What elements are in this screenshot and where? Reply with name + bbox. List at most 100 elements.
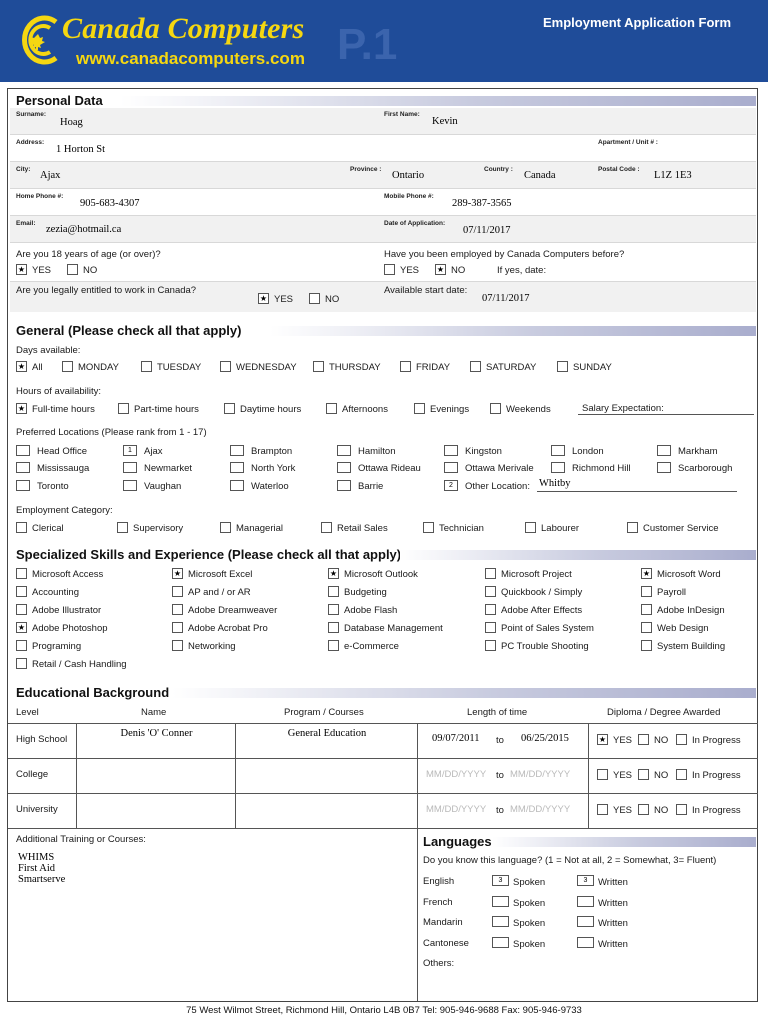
- location-rank-box-hamilton[interactable]: [337, 445, 351, 456]
- skill-checkbox-microsoft-outlook[interactable]: ★: [328, 568, 339, 579]
- skill-checkbox-adobe-acrobat-pro[interactable]: [172, 622, 183, 633]
- edu-diploma-no-checkbox[interactable]: [638, 734, 649, 745]
- language-spoken-level-box[interactable]: 3: [492, 875, 509, 886]
- edu-diploma-no-checkbox[interactable]: [638, 769, 649, 780]
- address-value[interactable]: 1 Horton St: [56, 144, 105, 155]
- language-spoken-level-box[interactable]: [492, 916, 509, 927]
- category-checkbox-retail-sales[interactable]: [321, 522, 332, 533]
- hours-checkbox-daytime-hours[interactable]: [224, 403, 235, 414]
- skill-checkbox-microsoft-excel[interactable]: ★: [172, 568, 183, 579]
- location-rank-box-waterloo[interactable]: [230, 480, 244, 491]
- edu-start-date-field[interactable]: MM/DD/YYYY: [426, 804, 486, 815]
- skill-checkbox-adobe-illustrator[interactable]: [16, 604, 27, 615]
- hours-checkbox-evenings[interactable]: [414, 403, 425, 414]
- employed-yes-checkbox[interactable]: [384, 264, 395, 275]
- location-rank-box-ottawa-merivale[interactable]: [444, 462, 458, 473]
- edu-end-date-field[interactable]: MM/DD/YYYY: [510, 804, 570, 815]
- skill-checkbox-networking[interactable]: [172, 640, 183, 651]
- location-rank-box-other-location[interactable]: 2: [444, 480, 458, 491]
- day-checkbox-monday[interactable]: [62, 361, 73, 372]
- city-value[interactable]: Ajax: [40, 170, 60, 181]
- location-rank-box-london[interactable]: [551, 445, 565, 456]
- edu-diploma-yes-checkbox[interactable]: [597, 769, 608, 780]
- skill-checkbox-adobe-dreamweaver[interactable]: [172, 604, 183, 615]
- skill-checkbox-e-commerce[interactable]: [328, 640, 339, 651]
- location-rank-box-ajax[interactable]: 1: [123, 445, 137, 456]
- edu-program[interactable]: General Education: [237, 728, 417, 739]
- location-rank-box-vaughan[interactable]: [123, 480, 137, 491]
- location-rank-box-markham[interactable]: [657, 445, 671, 456]
- date-app-value[interactable]: 07/11/2017: [463, 225, 510, 236]
- other-location-value[interactable]: Whitby: [539, 478, 571, 489]
- skill-checkbox-system-building[interactable]: [641, 640, 652, 651]
- additional-training-item[interactable]: WHIMS: [18, 852, 54, 863]
- category-checkbox-managerial[interactable]: [220, 522, 231, 533]
- location-rank-box-barrie[interactable]: [337, 480, 351, 491]
- location-rank-box-head-office[interactable]: [16, 445, 30, 456]
- category-checkbox-supervisory[interactable]: [117, 522, 128, 533]
- start-date-value[interactable]: 07/11/2017: [482, 293, 529, 304]
- language-written-level-box[interactable]: [577, 936, 594, 948]
- hours-checkbox-afternoons[interactable]: [326, 403, 337, 414]
- edu-diploma-yes-checkbox[interactable]: ★: [597, 734, 608, 745]
- edu-diploma-no-checkbox[interactable]: [638, 804, 649, 815]
- skill-checkbox-point-of-sales-system[interactable]: [485, 622, 496, 633]
- day-checkbox-thursday[interactable]: [313, 361, 324, 372]
- skill-checkbox-payroll[interactable]: [641, 586, 652, 597]
- edu-diploma-in-progress-checkbox[interactable]: [676, 769, 687, 780]
- skill-checkbox-database-management[interactable]: [328, 622, 339, 633]
- edu-end-date-value[interactable]: 06/25/2015: [521, 733, 569, 744]
- location-rank-box-kingston[interactable]: [444, 445, 458, 456]
- edu-diploma-yes-checkbox[interactable]: [597, 804, 608, 815]
- language-written-level-box[interactable]: [577, 916, 594, 927]
- edu-start-date-field[interactable]: MM/DD/YYYY: [426, 769, 486, 780]
- language-written-level-box[interactable]: 3: [577, 875, 594, 886]
- hours-checkbox-full-time-hours[interactable]: ★: [16, 403, 27, 414]
- day-checkbox-friday[interactable]: [400, 361, 411, 372]
- brand-url[interactable]: www.canadacomputers.com: [76, 49, 305, 69]
- edu-school-name[interactable]: Denis 'O' Conner: [78, 728, 235, 739]
- skill-checkbox-adobe-indesign[interactable]: [641, 604, 652, 615]
- language-spoken-level-box[interactable]: [492, 936, 509, 948]
- skill-checkbox-programing[interactable]: [16, 640, 27, 651]
- location-rank-box-newmarket[interactable]: [123, 462, 137, 473]
- skill-checkbox-microsoft-project[interactable]: [485, 568, 496, 579]
- hours-checkbox-weekends[interactable]: [490, 403, 501, 414]
- category-checkbox-labourer[interactable]: [525, 522, 536, 533]
- legal-yes-checkbox[interactable]: ★: [258, 293, 269, 304]
- skill-checkbox-pc-trouble-shooting[interactable]: [485, 640, 496, 651]
- skill-checkbox-adobe-flash[interactable]: [328, 604, 339, 615]
- skill-checkbox-adobe-after-effects[interactable]: [485, 604, 496, 615]
- skill-checkbox-budgeting[interactable]: [328, 586, 339, 597]
- first-name-value[interactable]: Kevin: [432, 116, 458, 127]
- skill-checkbox-web-design[interactable]: [641, 622, 652, 633]
- skill-checkbox-ap-and-or-ar[interactable]: [172, 586, 183, 597]
- day-checkbox-all[interactable]: ★: [16, 361, 27, 372]
- day-checkbox-saturday[interactable]: [470, 361, 481, 372]
- home-phone-value[interactable]: 905-683-4307: [80, 198, 140, 209]
- category-checkbox-technician[interactable]: [423, 522, 434, 533]
- edu-diploma-in-progress-checkbox[interactable]: [676, 804, 687, 815]
- legal-no-checkbox[interactable]: [309, 293, 320, 304]
- age-yes-checkbox[interactable]: ★: [16, 264, 27, 275]
- skill-checkbox-accounting[interactable]: [16, 586, 27, 597]
- edu-start-date-value[interactable]: 09/07/2011: [432, 733, 479, 744]
- country-value[interactable]: Canada: [524, 170, 556, 181]
- location-rank-box-brampton[interactable]: [230, 445, 244, 456]
- location-rank-box-richmond-hill[interactable]: [551, 462, 565, 473]
- skill-checkbox-retail-cash-handling[interactable]: [16, 658, 27, 669]
- salary-input-line[interactable]: [578, 414, 754, 415]
- additional-training-item[interactable]: First Aid: [18, 863, 55, 874]
- location-rank-box-mississauga[interactable]: [16, 462, 30, 473]
- location-rank-box-ottawa-rideau[interactable]: [337, 462, 351, 473]
- email-value[interactable]: zezia@hotmail.ca: [46, 224, 121, 235]
- skill-checkbox-adobe-photoshop[interactable]: ★: [16, 622, 27, 633]
- day-checkbox-wednesday[interactable]: [220, 361, 231, 372]
- category-checkbox-customer-service[interactable]: [627, 522, 638, 533]
- category-checkbox-clerical[interactable]: [16, 522, 27, 533]
- surname-value[interactable]: Hoag: [60, 117, 83, 128]
- edu-end-date-field[interactable]: MM/DD/YYYY: [510, 769, 570, 780]
- location-rank-box-toronto[interactable]: [16, 480, 30, 491]
- location-rank-box-scarborough[interactable]: [657, 462, 671, 473]
- postal-value[interactable]: L1Z 1E3: [654, 170, 692, 181]
